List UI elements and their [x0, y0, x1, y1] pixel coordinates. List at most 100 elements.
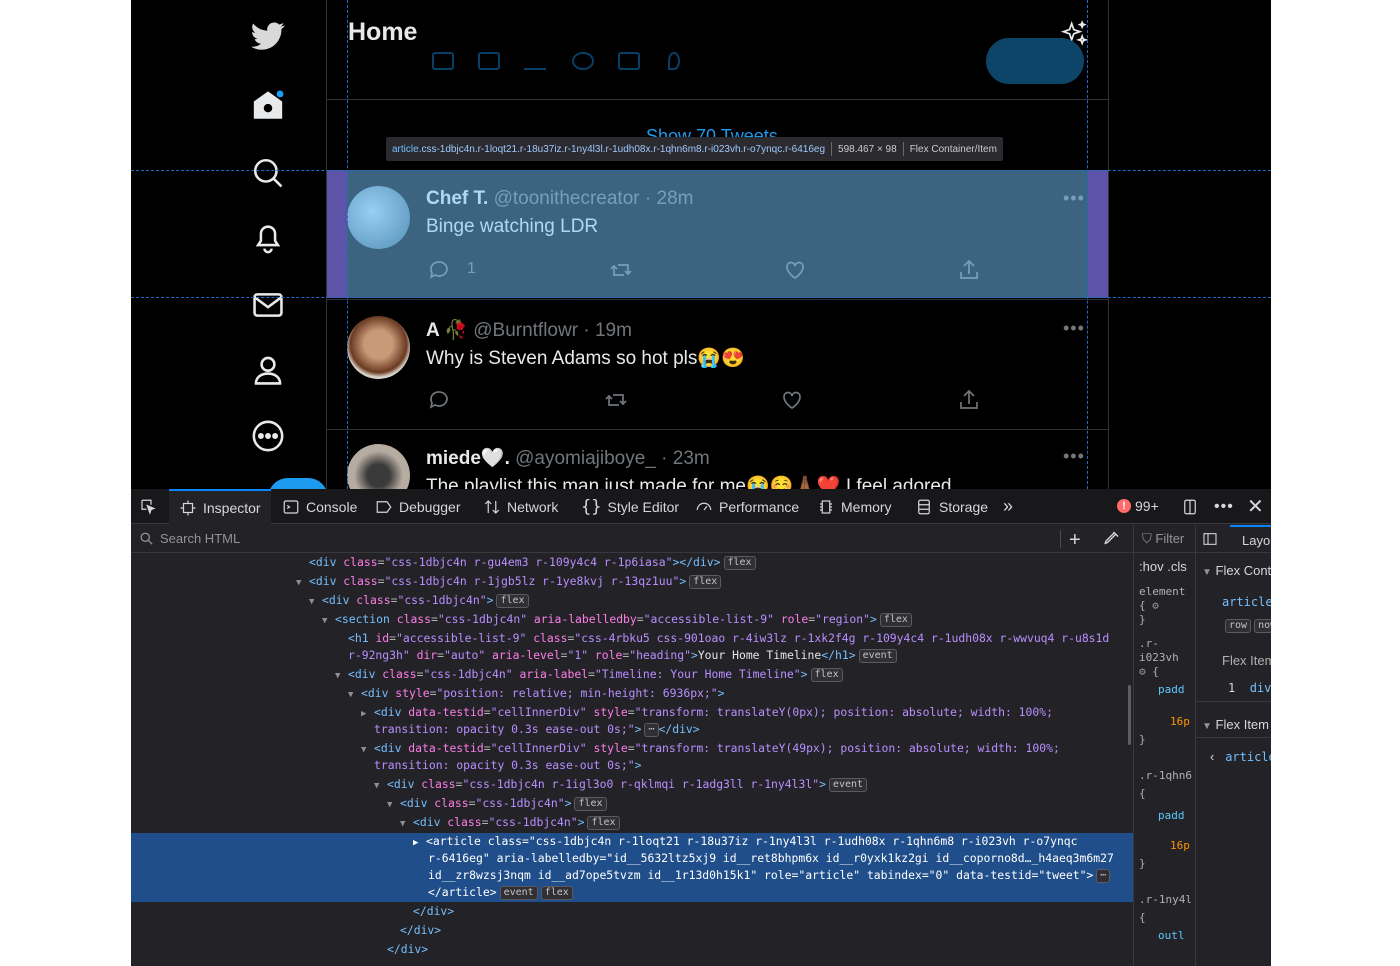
- tweet-handle[interactable]: @ayomiajiboye_: [515, 448, 656, 469]
- error-count: 99+: [1135, 498, 1159, 514]
- event-badge[interactable]: event: [828, 777, 868, 792]
- responsive-design-icon[interactable]: [1181, 489, 1205, 524]
- schedule-icon[interactable]: [618, 52, 640, 70]
- add-node-icon[interactable]: +: [1069, 529, 1081, 552]
- more-icon[interactable]: •••: [1063, 318, 1085, 339]
- close-devtools-icon[interactable]: ✕: [1247, 489, 1264, 524]
- event-badge[interactable]: event: [499, 885, 538, 900]
- tweet-time[interactable]: 23m: [673, 448, 710, 469]
- collapsed-ellipsis[interactable]: ⋯: [1096, 868, 1111, 883]
- tweet-article[interactable]: miede🤍. @ayomiajiboye_ · 23m The playlis…: [327, 430, 1108, 489]
- markup-node[interactable]: ▼ <div class="css-1dbjc4n r-1igl3o0 r-qkl…: [374, 776, 868, 793]
- explore-icon[interactable]: [248, 153, 288, 193]
- flex-item-row[interactable]: 1 div.: [1228, 681, 1271, 695]
- markup-node[interactable]: ▼ <div data-testid="cellInnerDiv" style="…: [361, 740, 1060, 757]
- markup-closing-tag[interactable]: </div>: [413, 903, 454, 920]
- home-icon[interactable]: [248, 86, 288, 126]
- toggle-pane-icon[interactable]: [1202, 531, 1218, 547]
- flex-item-section[interactable]: ▼ Flex Item: [1202, 717, 1269, 732]
- flex-badge[interactable]: flex: [689, 574, 722, 589]
- tab-console[interactable]: Console: [282, 489, 357, 524]
- search-input[interactable]: Search HTML: [160, 531, 240, 546]
- markup-node[interactable]: ▼ <div style="position: relative; min-hei…: [348, 685, 724, 702]
- avatar[interactable]: [347, 316, 410, 379]
- tab-performance[interactable]: Performance: [695, 489, 799, 524]
- rule-line: i023vh: [1139, 651, 1179, 664]
- flex-badge[interactable]: flex: [496, 593, 529, 608]
- markup-node[interactable]: ▼ <section class="css-1dbjc4n" aria-label…: [322, 611, 912, 628]
- more-options-icon[interactable]: [248, 416, 288, 456]
- tab-storage[interactable]: Storage: [915, 489, 988, 524]
- gif-icon[interactable]: [478, 52, 500, 70]
- flex-badge[interactable]: flex: [879, 612, 912, 627]
- tab-style-editor[interactable]: {} Style Editor: [581, 489, 679, 524]
- markup-node[interactable]: ▼ <div class="css-1dbjc4n"> flex: [400, 814, 620, 831]
- element-picker-icon[interactable]: [139, 489, 163, 524]
- collapsed-ellipsis[interactable]: ⋯: [644, 722, 659, 737]
- profile-icon[interactable]: [248, 350, 288, 390]
- markup-node[interactable]: ▼ <div class="css-1dbjc4n r-1jgb5lz r-1ye…: [296, 573, 722, 590]
- flex-badge[interactable]: flex: [810, 667, 843, 682]
- tweet-author-name[interactable]: miede🤍.: [426, 448, 510, 469]
- markup-node[interactable]: ▼ <div class="css-1dbjc4n"> flex: [387, 795, 607, 812]
- markup-node[interactable]: ▶ <div data-testid="cellInnerDiv" style="…: [361, 704, 1053, 721]
- scrollbar[interactable]: [1128, 685, 1131, 745]
- tab-layout[interactable]: Layout: [1230, 525, 1271, 553]
- more-icon[interactable]: •••: [1063, 446, 1085, 467]
- location-icon[interactable]: [668, 52, 680, 70]
- tweet-button[interactable]: [986, 38, 1084, 84]
- selected-markup-node[interactable]: ▶ <article class="css-1dbjc4n r-1loqt21 r…: [413, 833, 1078, 850]
- tab-label: Memory: [841, 498, 892, 515]
- flex-badge[interactable]: flex: [723, 555, 756, 570]
- filter-input[interactable]: ⛉ Filter: [1142, 531, 1184, 547]
- markup-node[interactable]: <div class="css-1dbjc4n r-gu4em3 r-109y4…: [309, 554, 756, 571]
- error-count-badge[interactable]: ! 99+: [1117, 498, 1159, 514]
- tweet-time[interactable]: 19m: [595, 320, 632, 341]
- markup-node[interactable]: <h1 id="accessible-list-9" class="css-4r…: [348, 630, 1109, 647]
- flex-badge[interactable]: flex: [540, 885, 573, 900]
- infobar-separator: [831, 142, 833, 156]
- compose-tweet-button[interactable]: [268, 478, 328, 489]
- reply-icon[interactable]: [427, 388, 451, 412]
- search-html-bar[interactable]: Search HTML: [131, 525, 1133, 553]
- selected-markup-node-continuation: </article> event flex: [428, 884, 573, 901]
- rule-line: {: [1139, 911, 1146, 924]
- tab-inspector[interactable]: Inspector: [169, 489, 271, 524]
- media-icon[interactable]: [432, 52, 454, 70]
- markup-closing-tag[interactable]: </div>: [387, 941, 428, 958]
- rules-filter-bar[interactable]: ⛉ Filter: [1134, 525, 1195, 553]
- markup-closing-tag[interactable]: </div>: [400, 922, 441, 939]
- eyedropper-icon[interactable]: [1103, 529, 1121, 547]
- tab-debugger[interactable]: Debugger: [375, 489, 461, 524]
- notifications-icon[interactable]: [248, 218, 288, 258]
- tweet-text: Why is Steven Adams so hot pls😭😍: [426, 348, 745, 369]
- back-to-container[interactable]: ‹ article: [1210, 749, 1271, 764]
- hov-cls-toggles[interactable]: :hov .cls: [1139, 559, 1187, 574]
- markup-node[interactable]: ▼ <div class="css-1dbjc4n"> flex: [309, 592, 529, 609]
- inspector-guide-right: [1087, 0, 1088, 489]
- avatar[interactable]: [347, 444, 410, 489]
- flex-container-selector[interactable]: article: [1222, 595, 1271, 609]
- page-title: Home: [348, 18, 418, 46]
- tweet-article[interactable]: A 🥀 @Burntflowr · 19m Why is Steven Adam…: [327, 300, 1108, 430]
- event-badge[interactable]: event: [858, 648, 897, 663]
- tweet-handle[interactable]: @Burntflowr: [473, 320, 578, 341]
- like-icon[interactable]: [780, 388, 804, 412]
- infobar-separator: [902, 142, 904, 156]
- emoji-icon[interactable]: [572, 52, 594, 70]
- flex-container-section[interactable]: ▼ Flex Container: [1202, 563, 1271, 578]
- twitter-logo-icon[interactable]: [248, 16, 288, 56]
- flex-badge[interactable]: flex: [587, 815, 620, 830]
- tweet-author-name[interactable]: A 🥀: [426, 320, 468, 341]
- messages-icon[interactable]: [248, 285, 288, 325]
- markup-node[interactable]: ▼ <div class="css-1dbjc4n" aria-label="Ti…: [335, 666, 843, 683]
- retweet-icon[interactable]: [604, 388, 628, 412]
- tab-memory[interactable]: Memory: [817, 489, 892, 524]
- tab-network[interactable]: Network: [483, 489, 558, 524]
- poll-icon[interactable]: [524, 52, 546, 70]
- share-icon[interactable]: [957, 388, 981, 412]
- tweet-separator: ·: [655, 448, 673, 469]
- more-tools-chevron-icon[interactable]: »: [1003, 489, 1013, 524]
- options-menu-icon[interactable]: •••: [1214, 489, 1234, 524]
- flex-badge[interactable]: flex: [574, 796, 607, 811]
